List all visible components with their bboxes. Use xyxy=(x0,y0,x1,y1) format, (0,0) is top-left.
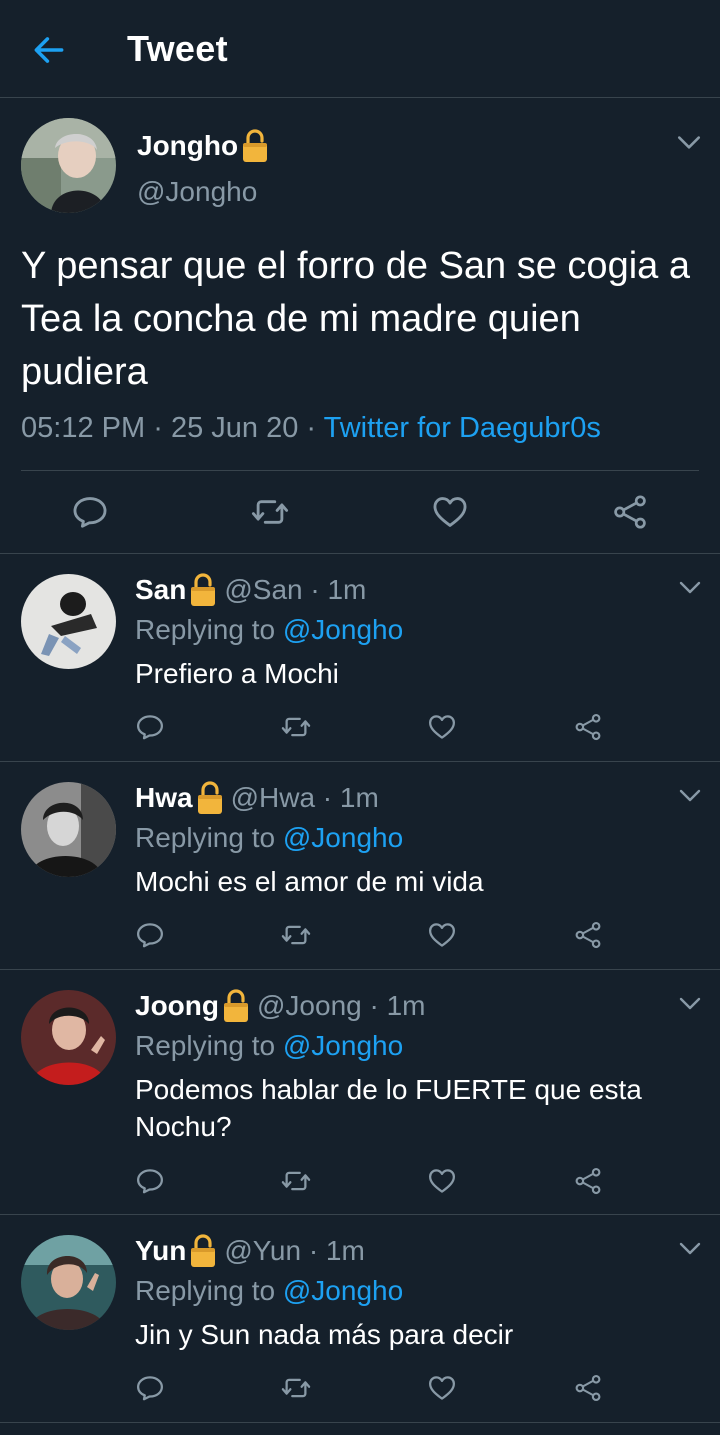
retweet-icon[interactable] xyxy=(281,1373,311,1403)
mention-link[interactable]: @Jongho xyxy=(283,1275,403,1306)
replying-to: Replying to @Jongho xyxy=(135,822,403,854)
author-name[interactable]: Yun xyxy=(135,1235,186,1267)
like-icon[interactable] xyxy=(427,1166,457,1196)
share-icon[interactable] xyxy=(573,712,603,742)
divider xyxy=(21,470,699,471)
tweet-text: Y pensar que el forro de San se cogia a … xyxy=(21,245,690,393)
author-handle[interactable]: @Jongho xyxy=(137,176,257,208)
share-icon[interactable] xyxy=(611,493,649,531)
share-icon[interactable] xyxy=(573,920,603,950)
mention-link[interactable]: @Jongho xyxy=(283,1030,403,1061)
avatar[interactable] xyxy=(21,990,116,1085)
reply-icon[interactable] xyxy=(135,1166,165,1196)
mention-link[interactable]: @Jongho xyxy=(283,614,403,645)
reply-icon[interactable] xyxy=(135,1373,165,1403)
tweet-date: 25 Jun 20 xyxy=(170,412,299,444)
replying-to: Replying to @Jongho xyxy=(135,614,403,646)
tweet-time: 05:12 PM xyxy=(21,412,146,444)
main-tweet: Jongho @Jongho Y pensar que el forro de … xyxy=(0,98,720,554)
reply-header: Joong @Joong · 1m xyxy=(135,988,426,1024)
replying-to-label: Replying to xyxy=(135,822,276,853)
lock-icon xyxy=(240,128,270,164)
reply-text: Jin y Sun nada más para decir xyxy=(135,1319,514,1350)
retweet-icon[interactable] xyxy=(281,712,311,742)
page-title: Tweet xyxy=(127,28,228,69)
author-handle-time: @Yun · 1m xyxy=(224,1235,365,1266)
reply-header: San @San · 1m xyxy=(135,572,366,608)
author-handle-time: @San · 1m xyxy=(224,574,367,605)
author-name[interactable]: Jongho xyxy=(137,128,270,164)
reply-text: Mochi es el amor de mi vida xyxy=(135,866,484,897)
retweet-icon[interactable] xyxy=(251,493,289,531)
author-name[interactable]: San xyxy=(135,574,186,606)
meta-separator: · xyxy=(306,412,317,444)
author-handle-time: @Hwa · 1m xyxy=(230,782,379,813)
lock-icon xyxy=(188,572,218,608)
reply-header: Hwa @Hwa · 1m xyxy=(135,780,379,816)
lock-icon xyxy=(221,988,251,1024)
top-bar: Tweet xyxy=(0,0,720,98)
meta-separator: · xyxy=(153,412,163,444)
reply-tweet[interactable]: Yun @Yun · 1m Replying to @Jongho Jin y … xyxy=(0,1215,720,1423)
chevron-down-icon[interactable] xyxy=(678,788,702,804)
avatar[interactable] xyxy=(21,1235,116,1330)
replying-to-label: Replying to xyxy=(135,1275,276,1306)
retweet-icon[interactable] xyxy=(281,1166,311,1196)
retweet-icon[interactable] xyxy=(281,920,311,950)
chevron-down-icon[interactable] xyxy=(678,580,702,596)
like-icon[interactable] xyxy=(431,493,469,531)
share-icon[interactable] xyxy=(573,1373,603,1403)
back-arrow-icon[interactable] xyxy=(30,31,68,69)
replying-to: Replying to @Jongho xyxy=(135,1275,403,1307)
author-handle-time: @Joong · 1m xyxy=(257,990,426,1021)
author-name-text: Jongho xyxy=(137,130,239,161)
mention-link[interactable]: @Jongho xyxy=(283,822,403,853)
reply-icon[interactable] xyxy=(71,493,109,531)
reply-icon[interactable] xyxy=(135,712,165,742)
chevron-down-icon[interactable] xyxy=(676,134,702,152)
share-icon[interactable] xyxy=(573,1166,603,1196)
like-icon[interactable] xyxy=(427,1373,457,1403)
chevron-down-icon[interactable] xyxy=(678,1241,702,1257)
replying-to: Replying to @Jongho xyxy=(135,1030,403,1062)
lock-icon xyxy=(195,780,225,816)
avatar[interactable] xyxy=(21,118,116,213)
avatar[interactable] xyxy=(21,574,116,669)
avatar[interactable] xyxy=(21,782,116,877)
replying-to-label: Replying to xyxy=(135,614,276,645)
author-name[interactable]: Joong xyxy=(135,990,219,1022)
reply-tweet[interactable]: Joong @Joong · 1m Replying to @Jongho Po… xyxy=(0,970,720,1215)
tweet-meta: 05:12 PM · 25 Jun 20 · Twitter for Daegu… xyxy=(21,412,601,445)
reply-tweet[interactable]: San @San · 1m Replying to @Jongho Prefie… xyxy=(0,554,720,762)
like-icon[interactable] xyxy=(427,712,457,742)
like-icon[interactable] xyxy=(427,920,457,950)
tweet-source-link[interactable]: Twitter for Daegubr0s xyxy=(324,412,601,444)
reply-header: Yun @Yun · 1m xyxy=(135,1233,365,1269)
reply-text: Podemos hablar de lo FUERTE que esta Noc… xyxy=(135,1074,642,1142)
reply-text: Prefiero a Mochi xyxy=(135,658,339,689)
lock-icon xyxy=(188,1233,218,1269)
chevron-down-icon[interactable] xyxy=(678,996,702,1012)
reply-tweet[interactable]: Hwa @Hwa · 1m Replying to @Jongho Mochi … xyxy=(0,762,720,970)
author-name[interactable]: Hwa xyxy=(135,782,193,814)
reply-icon[interactable] xyxy=(135,920,165,950)
replying-to-label: Replying to xyxy=(135,1030,276,1061)
